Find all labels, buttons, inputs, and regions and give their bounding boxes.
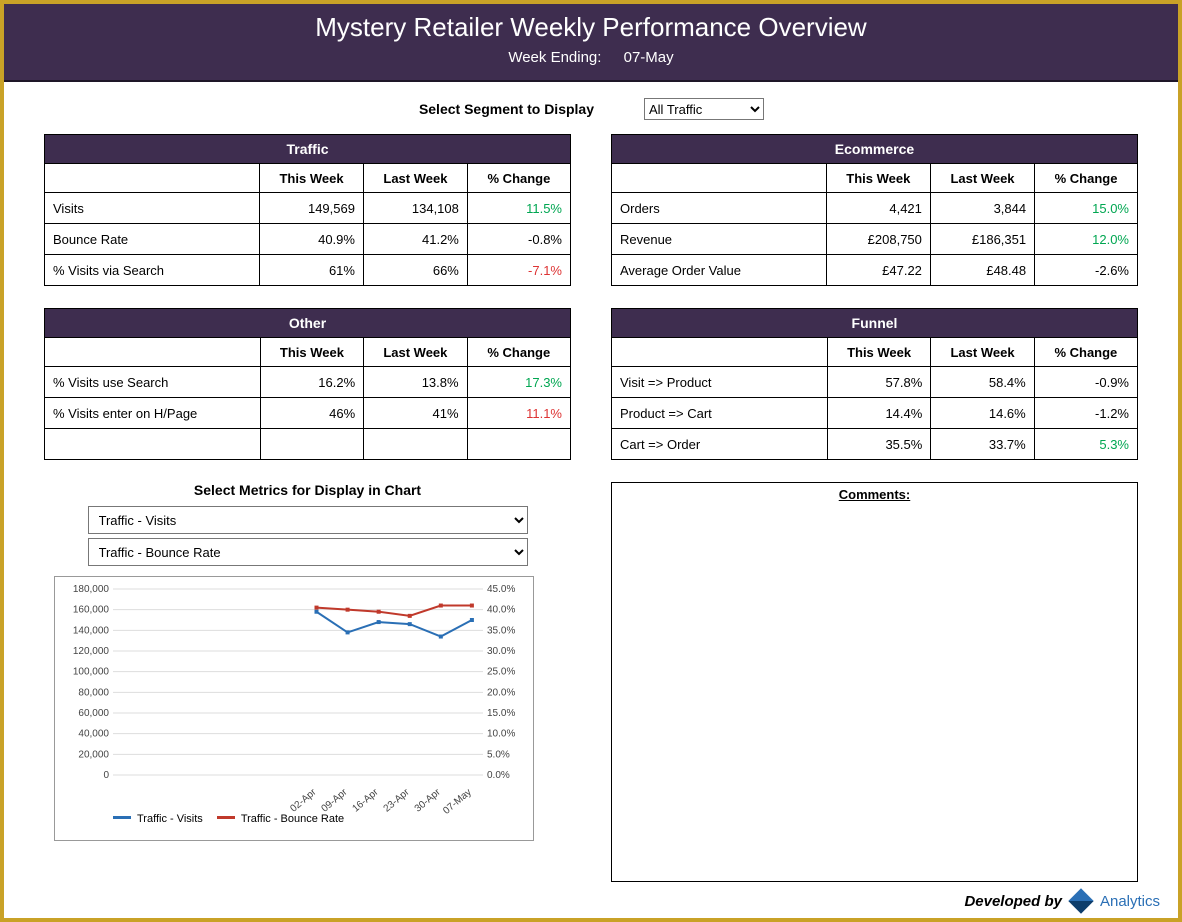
svg-text:30-Apr: 30-Apr [413, 786, 444, 814]
chart-selector-title: Select Metrics for Display in Chart [44, 482, 571, 498]
table-row: Visit => Product57.8%58.4%-0.9% [612, 367, 1138, 398]
developed-by-label: Developed by [964, 893, 1062, 910]
table-row: Product => Cart14.4%14.6%-1.2% [612, 398, 1138, 429]
page-title: Mystery Retailer Weekly Performance Over… [4, 12, 1178, 43]
table-row: Visits149,569134,10811.5% [45, 193, 571, 224]
svg-text:15.0%: 15.0% [487, 708, 515, 719]
svg-text:45.0%: 45.0% [487, 584, 515, 595]
comments-box: Comments: [611, 482, 1138, 882]
other-title: Other [45, 309, 571, 338]
table-row: Average Order Value£47.22£48.48-2.6% [612, 255, 1138, 286]
svg-text:60,000: 60,000 [78, 708, 109, 719]
metric1-select[interactable]: Traffic - Visits [88, 506, 528, 534]
traffic-title: Traffic [45, 135, 571, 164]
svg-text:35.0%: 35.0% [487, 625, 515, 636]
svg-text:09-Apr: 09-Apr [319, 786, 350, 814]
traffic-table: Traffic This Week Last Week % Change Vis… [44, 134, 571, 286]
svg-text:20.0%: 20.0% [487, 687, 515, 698]
svg-text:40.0%: 40.0% [487, 605, 515, 616]
svg-text:180,000: 180,000 [73, 584, 110, 595]
table-row: Revenue£208,750£186,35112.0% [612, 224, 1138, 255]
week-ending-label: Week Ending: [508, 49, 601, 66]
svg-text:02-Apr: 02-Apr [288, 786, 319, 814]
segment-label: Select Segment to Display [44, 101, 644, 117]
svg-text:40,000: 40,000 [78, 729, 109, 740]
svg-text:0: 0 [103, 770, 109, 781]
svg-text:16-Apr: 16-Apr [351, 786, 382, 814]
footer: Developed by Analytics [964, 892, 1160, 910]
svg-text:10.0%: 10.0% [487, 729, 515, 740]
svg-text:120,000: 120,000 [73, 646, 110, 657]
svg-text:20,000: 20,000 [78, 749, 109, 760]
svg-text:80,000: 80,000 [78, 687, 109, 698]
week-ending-value: 07-May [624, 49, 674, 66]
comments-title: Comments: [612, 483, 1137, 502]
analytics-logo-icon [1068, 888, 1093, 913]
report-header: Mystery Retailer Weekly Performance Over… [4, 4, 1178, 82]
table-row: % Visits via Search61%66%-7.1% [45, 255, 571, 286]
svg-text:23-Apr: 23-Apr [382, 786, 413, 814]
ecommerce-title: Ecommerce [612, 135, 1138, 164]
table-row: % Visits enter on H/Page46%41%11.1% [45, 398, 571, 429]
table-row: % Visits use Search16.2%13.8%17.3% [45, 367, 571, 398]
table-row [45, 429, 571, 460]
trend-chart: 0 20,000 40,000 60,000 80,000 100,000 120,000 1… [54, 576, 534, 841]
svg-text:100,000: 100,000 [73, 667, 110, 678]
svg-text:5.0%: 5.0% [487, 749, 510, 760]
svg-text:30.0%: 30.0% [487, 646, 515, 657]
ecommerce-table: Ecommerce This Week Last Week % Change O… [611, 134, 1138, 286]
svg-text:140,000: 140,000 [73, 625, 110, 636]
funnel-title: Funnel [612, 309, 1138, 338]
svg-text:0.0%: 0.0% [487, 770, 510, 781]
segment-select[interactable]: All Traffic [644, 98, 764, 120]
svg-text:25.0%: 25.0% [487, 667, 515, 678]
brand-name: Analytics [1100, 893, 1160, 910]
metric2-select[interactable]: Traffic - Bounce Rate [88, 538, 528, 566]
table-row: Orders4,4213,84415.0% [612, 193, 1138, 224]
table-row: Bounce Rate40.9%41.2%-0.8% [45, 224, 571, 255]
svg-text:160,000: 160,000 [73, 605, 110, 616]
other-table: Other This Week Last Week % Change % Vis… [44, 308, 571, 460]
table-row: Cart => Order35.5%33.7%5.3% [612, 429, 1138, 460]
funnel-table: Funnel This Week Last Week % Change Visi… [611, 308, 1138, 460]
